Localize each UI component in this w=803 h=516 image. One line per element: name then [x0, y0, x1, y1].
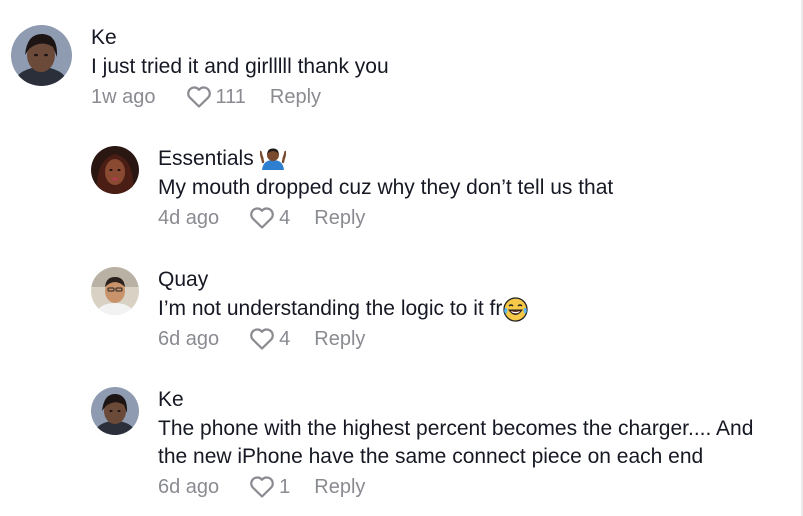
comment-reply-item: Ke The phone with the highest percent be…: [91, 387, 753, 500]
comment-reply-item: Quay I’m not understanding the logic to …: [91, 267, 529, 352]
comment-text: I’m not understanding the logic to it fr: [158, 295, 529, 323]
comment-meta: 6d ago 4 Reply: [158, 326, 528, 352]
comment-meta: 1w ago 111 Reply: [91, 84, 389, 110]
comment-meta: 6d ago 1 Reply: [158, 474, 753, 500]
avatar[interactable]: [91, 267, 139, 315]
comment-time: 4d ago: [158, 207, 220, 229]
comment-reply-item: Essentials My mouth dropped cuz why they…: [91, 146, 613, 231]
like-button[interactable]: 4: [249, 326, 290, 352]
username-text[interactable]: Essentials: [158, 146, 254, 172]
heart-icon[interactable]: [249, 327, 275, 351]
reply-button[interactable]: Reply: [314, 474, 365, 500]
comment-username[interactable]: Ke: [158, 387, 753, 413]
like-button[interactable]: 4: [249, 205, 290, 231]
heart-icon[interactable]: [249, 475, 275, 499]
comment-text: The phone with the highest percent becom…: [158, 415, 753, 471]
like-count: 111: [215, 86, 246, 108]
comment-text: I just tried it and girlllll thank you: [91, 55, 389, 78]
avatar[interactable]: [91, 146, 139, 194]
reply-button[interactable]: Reply: [314, 205, 365, 231]
reply-button[interactable]: Reply: [314, 326, 365, 352]
username-text[interactable]: Quay: [158, 267, 208, 293]
tears-of-joy-emoji: [503, 296, 529, 322]
username-text[interactable]: Ke: [91, 25, 117, 51]
like-count: 1: [279, 476, 291, 498]
comment-time: 1w ago: [91, 86, 156, 108]
like-button[interactable]: 1: [249, 474, 290, 500]
comment-text-line: The phone with the highest percent becom…: [158, 417, 754, 440]
avatar[interactable]: [91, 387, 139, 435]
comment-text: My mouth dropped cuz why they don’t tell…: [158, 176, 614, 199]
comment-time: 6d ago: [158, 328, 220, 350]
comment-text-line: the new iPhone have the same connect pie…: [158, 445, 704, 468]
like-count: 4: [279, 207, 291, 229]
reply-button[interactable]: Reply: [270, 84, 321, 110]
heart-icon[interactable]: [186, 85, 212, 109]
comment-username[interactable]: Essentials: [158, 146, 613, 172]
comment-time: 6d ago: [158, 476, 220, 498]
avatar[interactable]: [11, 25, 72, 86]
like-button[interactable]: 111: [186, 84, 246, 110]
comment-username[interactable]: Ke: [91, 25, 389, 51]
comment-text-content: I’m not understanding the logic to it fr: [158, 297, 503, 320]
like-count: 4: [279, 328, 291, 350]
comment-username[interactable]: Quay: [158, 267, 528, 293]
username-text[interactable]: Ke: [158, 387, 184, 413]
comment-meta: 4d ago 4 Reply: [158, 205, 613, 231]
comment-item: Ke I just tried it and girlllll thank yo…: [11, 25, 389, 110]
person-shrugging-emoji: [259, 146, 286, 172]
heart-icon[interactable]: [249, 206, 275, 230]
